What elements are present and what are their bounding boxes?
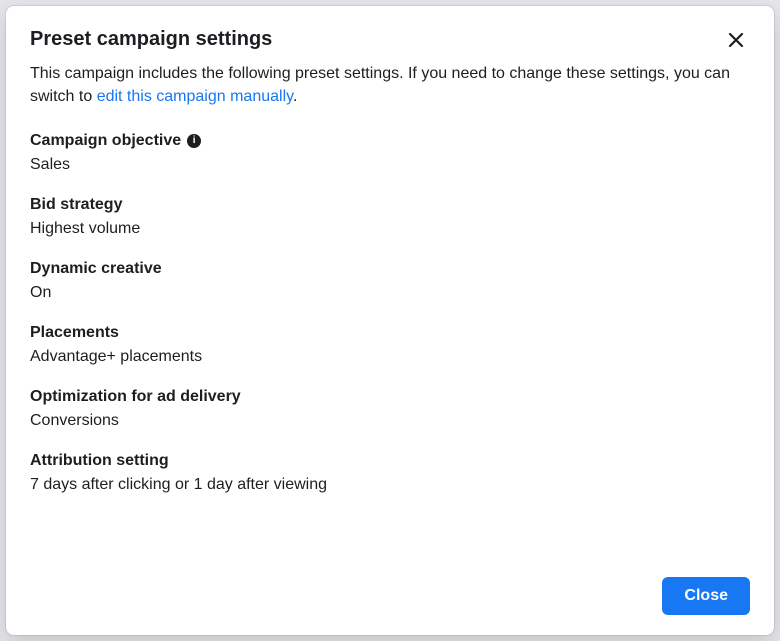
label-dynamic-creative: Dynamic creative: [30, 260, 750, 278]
label-placements: Placements: [30, 324, 750, 342]
close-icon[interactable]: [722, 26, 750, 58]
info-icon[interactable]: i: [187, 134, 201, 148]
section-bid-strategy: Bid strategy Highest volume: [30, 196, 750, 238]
label-optimization: Optimization for ad delivery: [30, 388, 750, 406]
close-button[interactable]: Close: [662, 577, 750, 615]
section-attribution: Attribution setting 7 days after clickin…: [30, 452, 750, 494]
label-attribution: Attribution setting: [30, 452, 750, 470]
value-placements: Advantage+ placements: [30, 348, 750, 366]
value-optimization: Conversions: [30, 412, 750, 430]
modal-title: Preset campaign settings: [30, 26, 272, 52]
preset-settings-modal: Preset campaign settings This campaign i…: [6, 6, 774, 635]
edit-manually-link[interactable]: edit this campaign manually: [97, 88, 293, 105]
label-text: Campaign objective: [30, 132, 181, 150]
section-optimization: Optimization for ad delivery Conversions: [30, 388, 750, 430]
modal-header: Preset campaign settings: [30, 26, 750, 58]
section-placements: Placements Advantage+ placements: [30, 324, 750, 366]
label-bid-strategy: Bid strategy: [30, 196, 750, 214]
modal-description: This campaign includes the following pre…: [30, 62, 750, 108]
modal-footer: Close: [30, 577, 750, 615]
value-campaign-objective: Sales: [30, 156, 750, 174]
section-campaign-objective: Campaign objective i Sales: [30, 132, 750, 174]
value-bid-strategy: Highest volume: [30, 220, 750, 238]
description-text-post: .: [293, 88, 297, 105]
value-attribution: 7 days after clicking or 1 day after vie…: [30, 476, 750, 494]
section-dynamic-creative: Dynamic creative On: [30, 260, 750, 302]
label-campaign-objective: Campaign objective i: [30, 132, 750, 150]
value-dynamic-creative: On: [30, 284, 750, 302]
x-icon: [726, 30, 746, 50]
